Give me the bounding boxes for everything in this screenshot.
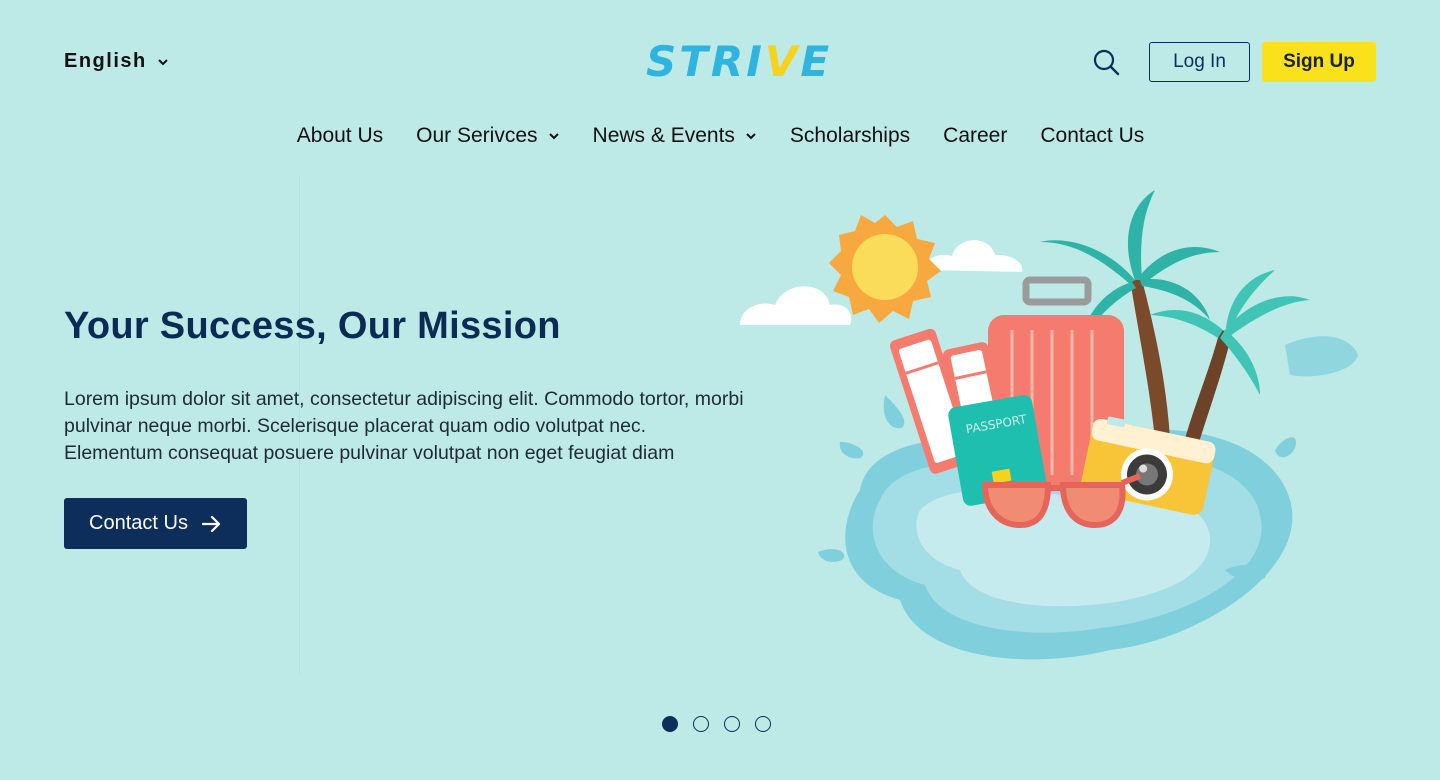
nav-item-label: Contact Us bbox=[1040, 124, 1145, 147]
chevron-down-icon bbox=[548, 133, 559, 140]
carousel-dot-4[interactable] bbox=[755, 716, 771, 732]
nav-item-label: Scholarships bbox=[789, 124, 911, 147]
signup-button[interactable]: Sign Up bbox=[1262, 42, 1376, 82]
arrow-right-icon bbox=[201, 515, 221, 532]
nav-item-our-services[interactable]: Our Serivces bbox=[415, 124, 559, 148]
nav-item-about-us[interactable]: About Us bbox=[296, 124, 383, 148]
hero-description: Lorem ipsum dolor sit amet, consectetur … bbox=[64, 388, 744, 464]
contact-us-button[interactable]: Contact Us bbox=[64, 498, 247, 549]
nav-item-career[interactable]: Career bbox=[942, 124, 1007, 148]
nav-item-label: About Us bbox=[296, 124, 384, 147]
travel-illustration: PASSPORT bbox=[740, 190, 1358, 660]
nav-item-label: Career bbox=[943, 124, 1008, 147]
logo[interactable]: STRIVE bbox=[646, 36, 832, 88]
hero-title: Your Success, Our Mission bbox=[64, 305, 561, 347]
nav-item-contact-us[interactable]: Contact Us bbox=[1039, 124, 1144, 148]
language-selector[interactable]: English bbox=[64, 50, 169, 73]
carousel-dot-2[interactable] bbox=[693, 716, 709, 732]
language-label: English bbox=[64, 50, 147, 72]
carousel-indicators bbox=[662, 716, 771, 732]
login-button[interactable]: Log In bbox=[1149, 42, 1250, 82]
chevron-down-icon bbox=[158, 58, 168, 65]
nav-item-label: News & Events bbox=[592, 124, 735, 147]
nav-item-scholarships[interactable]: Scholarships bbox=[789, 124, 910, 148]
carousel-dot-3[interactable] bbox=[724, 716, 740, 732]
main-nav: About Us Our Serivces News & Events Scho… bbox=[0, 124, 1440, 148]
contact-us-label: Contact Us bbox=[89, 512, 188, 534]
nav-item-label: Our Serivces bbox=[416, 124, 538, 147]
chevron-down-icon bbox=[746, 133, 756, 140]
logo-suffix: E bbox=[800, 37, 833, 86]
logo-accent: V bbox=[764, 37, 801, 86]
logo-prefix: STRI bbox=[646, 37, 765, 86]
nav-item-news-events[interactable]: News & Events bbox=[592, 124, 757, 148]
carousel-dot-1[interactable] bbox=[662, 716, 678, 732]
search-icon[interactable] bbox=[1092, 48, 1120, 76]
